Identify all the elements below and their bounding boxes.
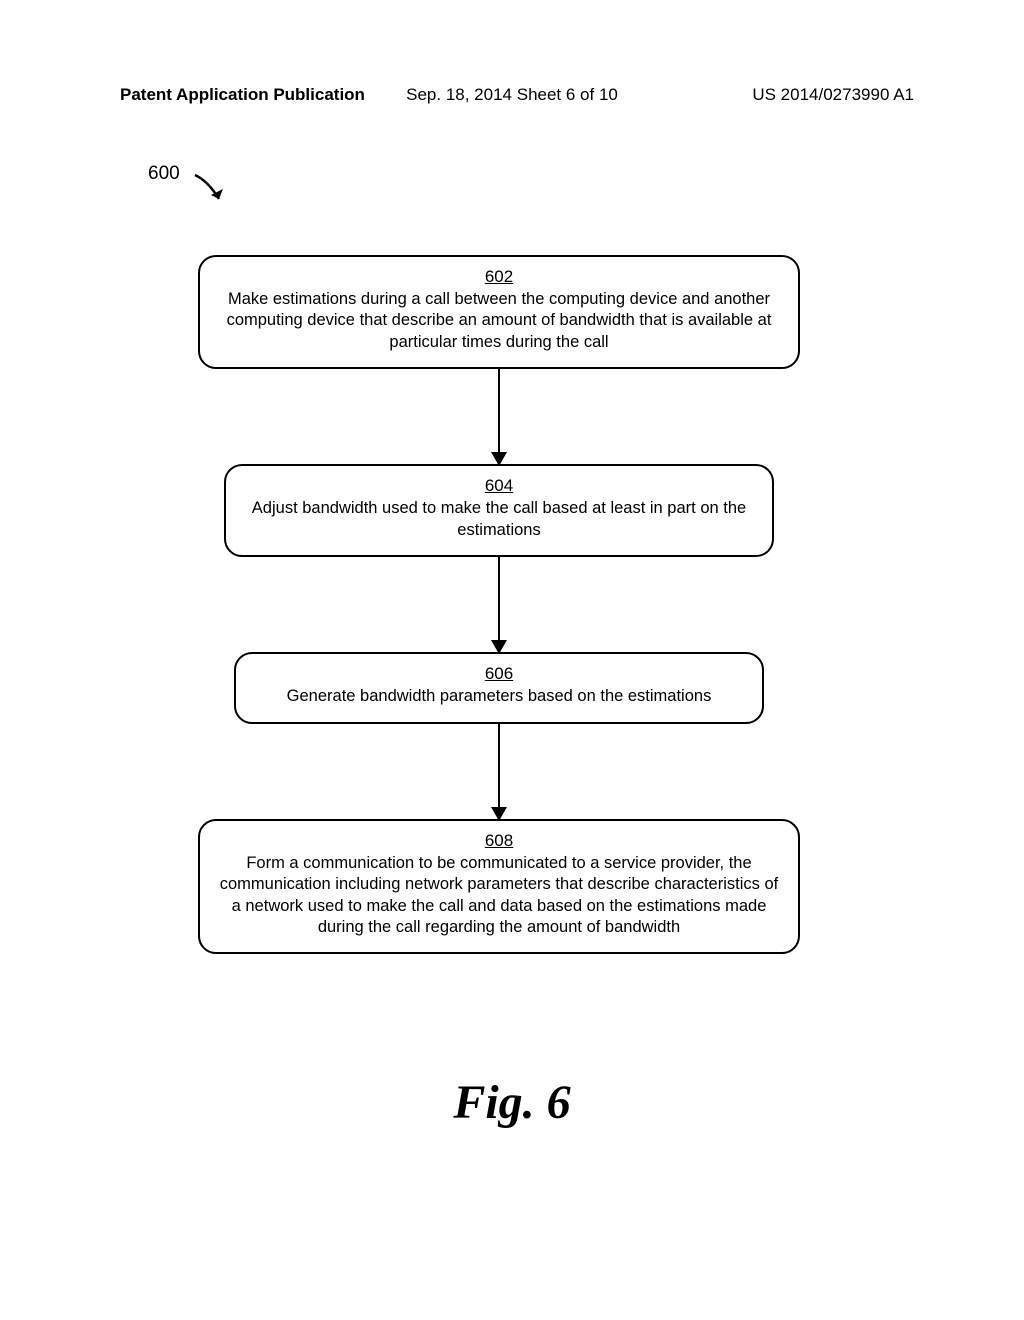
page-header: Patent Application Publication Sep. 18, … bbox=[0, 85, 1024, 105]
step-number: 608 bbox=[218, 831, 780, 851]
flow-step-604: 604 Adjust bandwidth used to make the ca… bbox=[224, 464, 774, 557]
figure-caption-label: Fig. 6 bbox=[453, 1075, 570, 1130]
step-text: Make estimations during a call between t… bbox=[227, 290, 772, 351]
flow-connector bbox=[498, 557, 500, 652]
flow-step-608: 608 Form a communication to be communica… bbox=[198, 819, 800, 955]
header-center-text: Sep. 18, 2014 Sheet 6 of 10 bbox=[406, 85, 618, 105]
flow-step-606: 606 Generate bandwidth parameters based … bbox=[234, 652, 764, 723]
pointer-arrow-icon bbox=[193, 173, 233, 213]
header-left-text: Patent Application Publication bbox=[120, 85, 365, 105]
flow-step-602: 602 Make estimations during a call betwe… bbox=[198, 255, 800, 369]
flow-connector bbox=[498, 724, 500, 819]
step-text: Generate bandwidth parameters based on t… bbox=[287, 687, 712, 705]
header-right-text: US 2014/0273990 A1 bbox=[752, 85, 914, 105]
step-number: 604 bbox=[244, 476, 754, 496]
step-number: 602 bbox=[218, 267, 780, 287]
step-text: Adjust bandwidth used to make the call b… bbox=[252, 499, 746, 538]
flow-connector bbox=[498, 369, 500, 464]
step-number: 606 bbox=[254, 664, 744, 684]
figure-reference-number: 600 bbox=[148, 163, 180, 185]
flowchart-container: 602 Make estimations during a call betwe… bbox=[198, 255, 800, 954]
step-text: Form a communication to be communicated … bbox=[220, 854, 779, 936]
